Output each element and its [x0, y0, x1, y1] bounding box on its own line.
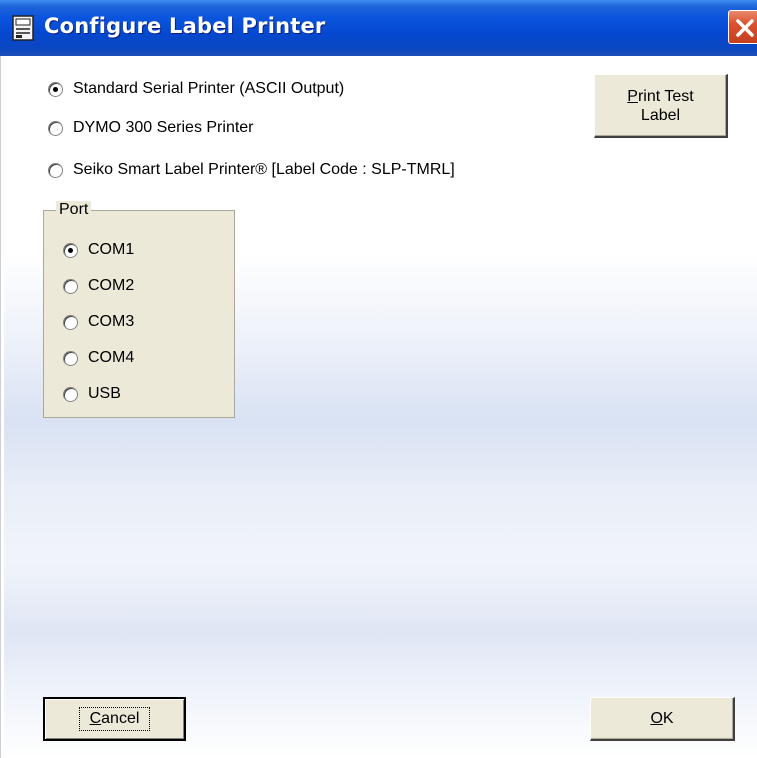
radio-com1[interactable]: COM1 — [63, 241, 134, 259]
focus-rectangle: Cancel — [78, 707, 151, 731]
radio-button[interactable] — [63, 350, 78, 366]
radio-com3[interactable]: COM3 — [63, 313, 134, 331]
radio-label: COM4 — [88, 349, 135, 366]
radio-label: DYMO 300 Series Printer — [73, 119, 254, 136]
radio-label: COM2 — [88, 277, 135, 294]
radio-dymo-300-printer[interactable]: DYMO 300 Series Printer — [48, 119, 254, 137]
close-button[interactable] — [728, 10, 757, 44]
print-test-line: Print Test — [627, 87, 694, 105]
radio-com2[interactable]: COM2 — [63, 277, 134, 295]
ok-label: OK — [650, 709, 674, 727]
print-test-label-button[interactable]: Print Test Label — [594, 74, 728, 138]
radio-button[interactable] — [63, 386, 78, 402]
radio-standard-serial-printer[interactable]: Standard Serial Printer (ASCII Output) — [48, 80, 344, 98]
label-line: Label — [640, 106, 681, 124]
radio-seiko-smart-label-printer[interactable]: Seiko Smart Label Printer® [Label Code :… — [48, 161, 455, 179]
radio-label: COM1 — [88, 241, 135, 258]
ok-button[interactable]: OK — [590, 697, 735, 741]
radio-label: USB — [88, 385, 121, 402]
radio-label: Seiko Smart Label Printer® [Label Code :… — [73, 161, 455, 178]
radio-button[interactable] — [48, 120, 63, 136]
radio-button[interactable] — [63, 314, 78, 330]
radio-button[interactable] — [63, 242, 78, 258]
radio-usb[interactable]: USB — [63, 385, 121, 403]
radio-button[interactable] — [48, 81, 63, 97]
radio-com4[interactable]: COM4 — [63, 349, 134, 367]
port-legend: Port — [56, 201, 92, 219]
printer-icon — [12, 15, 34, 41]
radio-label: Standard Serial Printer (ASCII Output) — [73, 80, 345, 97]
radio-button[interactable] — [48, 162, 63, 178]
title-bar[interactable]: Configure Label Printer — [0, 0, 757, 56]
cancel-button[interactable]: Cancel — [43, 697, 186, 741]
close-icon — [736, 19, 754, 37]
window-title: Configure Label Printer — [44, 14, 326, 38]
radio-button[interactable] — [63, 278, 78, 294]
radio-label: COM3 — [88, 313, 135, 330]
